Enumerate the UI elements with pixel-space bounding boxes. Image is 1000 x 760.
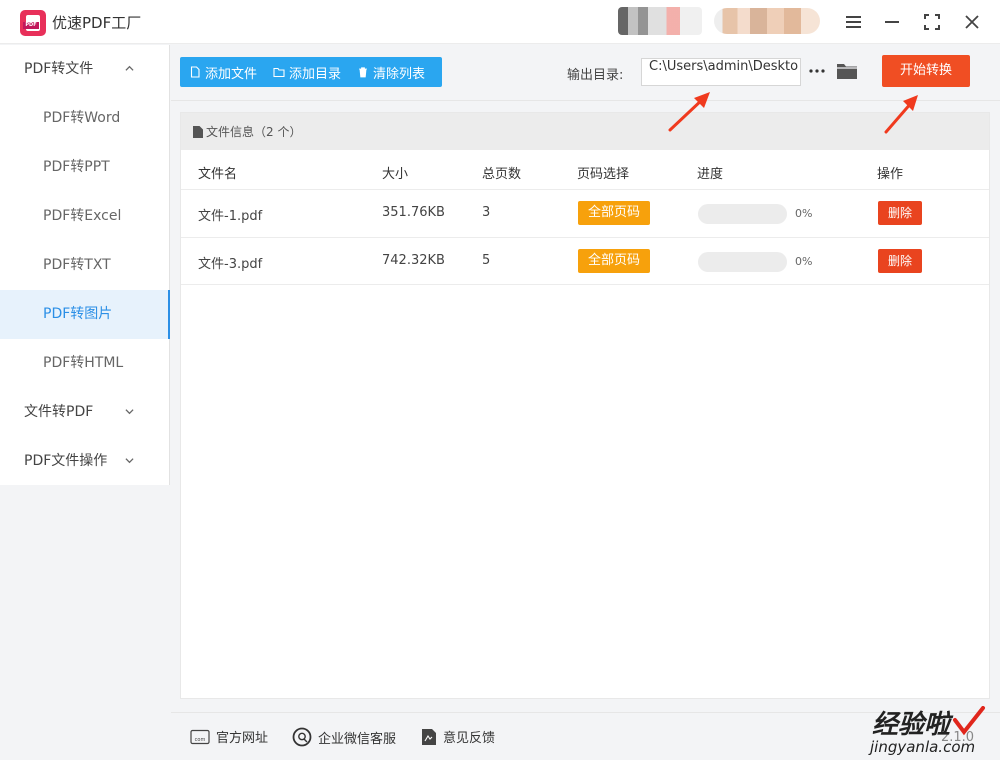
watermark-url: jingyanla.com [870, 738, 976, 756]
annotation-arrow-start [884, 95, 918, 134]
add-file-button[interactable]: 添加文件 [180, 57, 264, 87]
sidebar-item-pdf-to-ppt[interactable]: PDF转PPT [0, 143, 170, 192]
sidebar-item-pdf-to-html[interactable]: PDF转HTML [0, 339, 170, 388]
progress-text: 0% [795, 207, 813, 220]
add-directory-button[interactable]: 添加目录 [264, 57, 348, 87]
svg-text:com: com [195, 737, 206, 743]
toolbar: 添加文件 添加目录 清除列表 输出目录: C:\Users\admin\Desk… [171, 45, 1000, 101]
official-website-link[interactable]: com 官方网址 [190, 727, 268, 746]
output-dir-input[interactable]: C:\Users\admin\Deskto [641, 58, 801, 86]
sidebar-item-pdf-to-excel[interactable]: PDF转Excel [0, 192, 170, 241]
sidebar-group-file-to-pdf[interactable]: 文件转PDF [0, 388, 170, 437]
maximize-icon[interactable] [920, 10, 944, 34]
chevron-up-icon [125, 65, 134, 71]
document-icon [193, 125, 203, 138]
delete-button[interactable]: 删除 [878, 201, 922, 225]
column-header-size: 大小 [382, 167, 409, 182]
file-pages: 3 [482, 205, 491, 220]
feedback-icon [422, 728, 436, 745]
sidebar-item-pdf-to-word[interactable]: PDF转Word [0, 94, 170, 143]
sidebar-empty-area [0, 485, 170, 760]
feedback-link[interactable]: 意见反馈 [421, 727, 495, 746]
wechat-support-link[interactable]: 企业微信客服 [292, 727, 396, 747]
user-name-blurred[interactable] [714, 8, 820, 34]
chevron-down-icon [125, 458, 134, 464]
checkmark-icon [953, 706, 985, 736]
sidebar-item-pdf-to-txt[interactable]: PDF转TXT [0, 241, 170, 290]
file-name: 文件-3.pdf [198, 257, 263, 272]
chevron-down-icon [125, 409, 134, 415]
table-row[interactable]: 文件-1.pdf 351.76KB 3 全部页码 0% 删除 [181, 189, 989, 237]
file-list-panel: 文件信息（2 个） 文件名 大小 总页数 页码选择 进度 操作 文件-1.pdf… [180, 112, 990, 699]
title-bar: PDF 优速PDF工厂 [0, 0, 1000, 44]
column-header-progress: 进度 [697, 167, 724, 182]
website-icon: com [190, 729, 210, 744]
column-header-name: 文件名 [198, 167, 238, 182]
table-row[interactable]: 文件-3.pdf 742.32KB 5 全部页码 0% 删除 [181, 237, 989, 285]
folder-icon [273, 67, 285, 78]
chat-icon [292, 727, 312, 747]
file-info-header: 文件信息（2 个） [181, 113, 989, 150]
close-icon[interactable] [960, 10, 984, 34]
progress-bar [698, 252, 787, 272]
progress-text: 0% [795, 255, 813, 268]
file-pages: 5 [482, 253, 491, 268]
more-icon [809, 69, 825, 73]
sidebar-group-pdf-operations[interactable]: PDF文件操作 [0, 437, 170, 486]
file-button-group: 添加文件 添加目录 清除列表 [180, 57, 442, 87]
file-size: 742.32KB [382, 253, 445, 268]
annotation-arrow-output [668, 92, 710, 132]
sidebar-group-pdf-to-file[interactable]: PDF转文件 [0, 45, 170, 94]
folder-icon [837, 64, 857, 79]
watermark: 经验啦 jingyanla.com [868, 702, 996, 758]
progress-bar [698, 204, 787, 224]
page-select-button[interactable]: 全部页码 [578, 201, 650, 225]
start-convert-button[interactable]: 开始转换 [882, 55, 970, 87]
page-select-button[interactable]: 全部页码 [578, 249, 650, 273]
delete-button[interactable]: 删除 [878, 249, 922, 273]
trash-icon [359, 67, 368, 78]
sidebar-item-pdf-to-image[interactable]: PDF转图片 [0, 290, 170, 339]
output-dir-label: 输出目录: [567, 68, 624, 83]
file-name: 文件-1.pdf [198, 209, 263, 224]
menu-icon[interactable] [841, 10, 865, 34]
minimize-icon[interactable] [880, 10, 904, 34]
more-options-button[interactable] [807, 61, 827, 81]
app-title: 优速PDF工厂 [52, 14, 142, 32]
avatar[interactable] [618, 7, 702, 35]
file-icon [190, 66, 200, 78]
watermark-title: 经验啦 [872, 710, 951, 740]
column-header-page-select: 页码选择 [577, 167, 630, 182]
clear-list-button[interactable]: 清除列表 [348, 57, 432, 87]
open-folder-button[interactable] [835, 60, 859, 82]
sidebar: PDF转文件 PDF转Word PDF转PPT PDF转Excel PDF转TX… [0, 45, 170, 485]
column-header-pages: 总页数 [482, 167, 522, 182]
app-logo: PDF [20, 10, 46, 36]
file-size: 351.76KB [382, 205, 445, 220]
column-header-action: 操作 [877, 167, 904, 182]
